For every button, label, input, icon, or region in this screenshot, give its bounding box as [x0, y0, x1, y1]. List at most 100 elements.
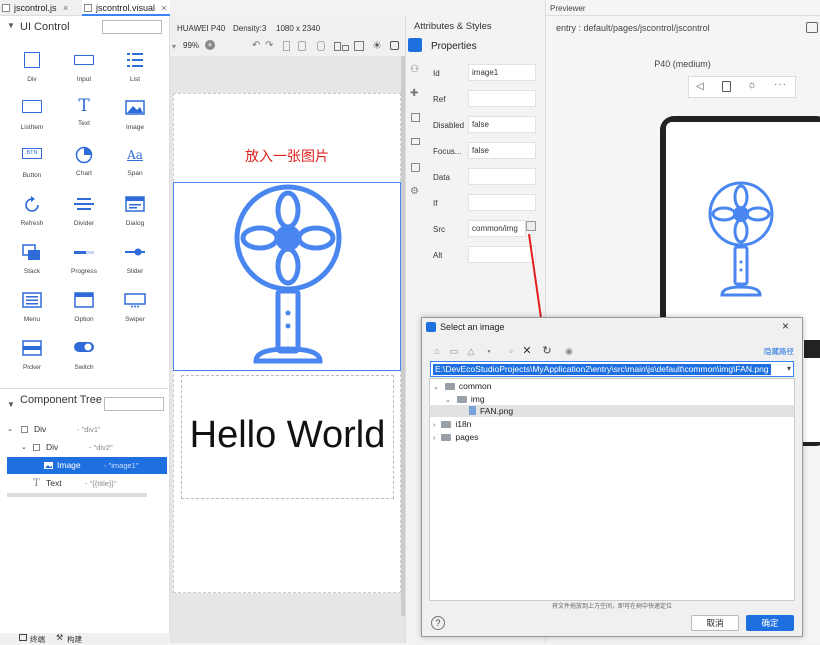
tree-node-i18n[interactable]: › i18n [433, 418, 471, 430]
prop-id-input[interactable]: image1 [468, 64, 536, 81]
events-icon[interactable] [411, 113, 420, 122]
tree-node-fan-png[interactable]: FAN.png [469, 405, 513, 417]
chevron-down-icon[interactable]: ⌄ [445, 397, 451, 404]
ok-button[interactable]: 确定 [746, 615, 794, 631]
brightness-icon[interactable]: ☀ [372, 39, 382, 52]
properties-icon[interactable] [408, 38, 422, 52]
hide-path-link[interactable]: 隐藏路径 [764, 346, 794, 357]
density-label[interactable]: Density:3 [233, 24, 266, 33]
brightness-icon[interactable]: ☼ [747, 79, 757, 91]
theme-icon[interactable] [390, 41, 399, 50]
frame-icon[interactable] [411, 163, 420, 172]
tree-row-div1[interactable]: ⌄ Div - "div1" [7, 421, 167, 438]
back-icon[interactable]: ◁ [696, 81, 704, 92]
chevron-down-icon[interactable]: ▼ [7, 21, 15, 30]
portrait-icon[interactable] [334, 42, 341, 51]
component-text[interactable]: T Text [64, 96, 104, 140]
component-stack[interactable]: Stack [12, 244, 52, 288]
refresh-icon[interactable]: ↻ [542, 346, 552, 357]
grid-icon[interactable] [806, 22, 818, 33]
path-input[interactable]: E:\DevEcoStudioProjects\MyApplication2\e… [430, 361, 794, 377]
component-div[interactable]: Div [12, 52, 52, 96]
chevron-down-icon[interactable]: ⌄ [21, 439, 27, 456]
close-icon[interactable]: × [782, 319, 789, 333]
component-button[interactable]: BTN Button [12, 148, 52, 192]
undo-icon[interactable]: ↶ [252, 40, 260, 51]
component-dialog[interactable]: Dialog [115, 196, 155, 240]
chevron-down-icon[interactable]: ▾ [172, 42, 176, 51]
checkbox-icon[interactable] [33, 444, 40, 451]
tree-row-div2[interactable]: ⌄ Div - "div2" [7, 439, 167, 456]
tree-node-img[interactable]: ⌄ img [445, 393, 485, 405]
component-slider[interactable]: Slider [115, 244, 155, 288]
component-menu[interactable]: Menu [12, 292, 52, 336]
device-name[interactable]: HUAWEI P40 [177, 24, 225, 33]
prop-src-input[interactable]: common/img [468, 220, 526, 237]
tab-jscontrol-visual[interactable]: jscontrol.visual × [82, 0, 170, 16]
tree-node-pages[interactable]: › pages [433, 431, 479, 443]
new-folder-icon[interactable]: ▫ [506, 346, 516, 356]
checkbox-icon[interactable] [21, 426, 28, 433]
cancel-button[interactable]: 取消 [691, 615, 739, 631]
tree-node-common[interactable]: ⌄ common [433, 380, 491, 392]
more-icon[interactable]: ··· [774, 79, 787, 90]
puzzle-icon[interactable]: ✚ [410, 88, 418, 99]
chevron-down-icon[interactable]: ⌄ [433, 384, 439, 391]
watch-icon[interactable] [298, 41, 306, 51]
component-refresh[interactable]: Refresh [12, 196, 52, 240]
chevron-right-icon[interactable]: › [433, 435, 435, 442]
hello-world-text[interactable]: Hello World [181, 414, 394, 457]
prop-if-input[interactable] [468, 194, 536, 211]
chevron-right-icon[interactable]: › [433, 422, 435, 429]
component-span[interactable]: Aa Span [115, 146, 155, 190]
tree-row-image1[interactable]: Image - "image1" [7, 457, 167, 474]
component-image[interactable]: Image [115, 100, 155, 144]
wearable-icon[interactable] [317, 41, 325, 51]
zoom-in-icon[interactable]: + [205, 40, 215, 50]
prop-ref-input[interactable] [468, 90, 536, 107]
layout-icon[interactable] [354, 41, 364, 51]
tree-scrollbar[interactable] [7, 493, 147, 497]
style-icon[interactable]: ⚇ [410, 64, 419, 75]
tab-jscontrol-js[interactable]: jscontrol.js × [0, 0, 80, 16]
prop-data-input[interactable] [468, 168, 536, 185]
build-tab[interactable]: 构建 [67, 634, 82, 645]
close-icon[interactable]: × [63, 3, 68, 13]
gear-icon[interactable]: ⚙ [410, 186, 419, 197]
tree-row-text[interactable]: T Text - "{{title}}" [7, 475, 167, 492]
delete-icon[interactable]: ✕ [522, 346, 532, 357]
rotate-icon[interactable] [722, 81, 731, 92]
component-switch[interactable]: Switch [64, 340, 104, 384]
show-hidden-icon[interactable]: ◉ [564, 346, 574, 356]
help-icon[interactable]: ? [431, 616, 445, 630]
prop-focusable-input[interactable]: false [468, 142, 536, 159]
component-option[interactable]: Option [64, 292, 104, 336]
component-listitem[interactable]: ListItem [12, 100, 52, 144]
canvas-image-selected[interactable] [173, 182, 401, 371]
chevron-down-icon[interactable]: ⌄ [7, 421, 13, 438]
prop-disabled-input[interactable]: false [468, 116, 536, 133]
landscape-icon[interactable] [342, 45, 349, 51]
component-divider[interactable]: Divider [64, 196, 104, 240]
resolution-label[interactable]: 1080 x 2340 [276, 24, 320, 33]
component-swiper[interactable]: Swiper [115, 292, 155, 336]
canvas-heading-text[interactable]: 放入一张图片 [173, 146, 401, 166]
layout-icon[interactable] [411, 138, 420, 145]
chevron-down-icon[interactable]: ▼ [7, 400, 15, 409]
zoom-level[interactable]: 99% [183, 41, 199, 50]
home-icon[interactable]: ⌂ [432, 346, 442, 356]
component-list[interactable]: List [115, 52, 155, 96]
project-icon[interactable]: △ [466, 346, 476, 356]
component-picker[interactable]: Picker [12, 340, 52, 384]
module-icon[interactable]: ▪ [484, 346, 494, 356]
component-search-input[interactable] [102, 20, 162, 34]
tree-search-input[interactable] [104, 397, 164, 411]
hammer-icon[interactable]: ⚒ [56, 633, 63, 642]
component-chart[interactable]: Chart [64, 146, 104, 190]
terminal-tab[interactable]: 终端 [30, 634, 45, 645]
component-progress[interactable]: Progress [64, 244, 104, 288]
redo-icon[interactable]: ↷ [265, 40, 273, 51]
chevron-down-icon[interactable]: ▾ [787, 364, 791, 373]
close-icon[interactable]: × [162, 3, 167, 13]
component-input[interactable]: Input [64, 52, 104, 96]
